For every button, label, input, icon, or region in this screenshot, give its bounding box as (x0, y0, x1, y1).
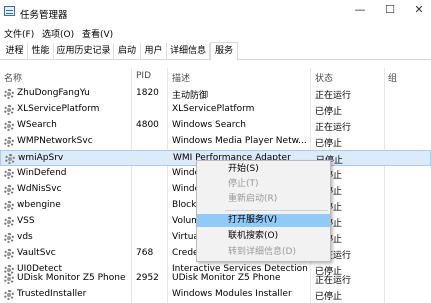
service-name: WinDefend (17, 168, 67, 178)
window-title: 任务管理器 (20, 10, 68, 21)
service-pid: 768 (136, 248, 154, 258)
tab-services[interactable]: 服务 (210, 42, 238, 61)
service-description: Windows Modules Installer (172, 289, 292, 299)
menu-item-search-online[interactable]: 联机搜索(O) (197, 230, 330, 243)
menu-item-open-services[interactable]: 打开服务(V) (197, 214, 330, 227)
table-row[interactable]: WMPNetworkSvc Windows Media Player Netw.… (0, 134, 431, 150)
tab-app-history[interactable]: 应用历史记录 (54, 43, 114, 60)
menu-item-go-to-details[interactable]: 转到详细信息(D) (197, 246, 330, 259)
service-gear-icon (4, 185, 14, 195)
table-row[interactable]: TrustedInstaller Windows Modules Install… (0, 287, 431, 303)
service-description: Windows Media Player Netw... (172, 136, 307, 146)
table-row[interactable]: UDisk Monitor Z5 Phone 2952 UDisk Monito… (0, 271, 431, 287)
service-gear-icon (4, 89, 14, 99)
service-name: TrustedInstaller (17, 289, 87, 299)
service-gear-icon (4, 233, 14, 243)
tab-startup[interactable]: 启动 (114, 43, 141, 60)
column-status[interactable]: 状态 (315, 71, 333, 84)
column-description[interactable]: 描述 (172, 71, 190, 84)
tab-details[interactable]: 详细信息 (167, 43, 210, 60)
service-gear-icon (4, 169, 14, 179)
service-gear-icon (4, 137, 14, 147)
service-gear-icon (4, 105, 14, 115)
service-name: wmiApSrv (18, 153, 64, 163)
service-gear-icon (4, 217, 14, 227)
service-pid: 2952 (136, 273, 159, 283)
tab-users[interactable]: 用户 (141, 43, 167, 60)
service-pid: 4800 (136, 120, 159, 130)
context-menu: 开始(S) 停止(T) 重新启动(R) 打开服务(V) 联机搜索(O) 转到详细… (196, 160, 331, 262)
service-gear-icon (4, 274, 14, 284)
tab-processes[interactable]: 进程 (2, 43, 28, 60)
table-row[interactable]: XLServicePlatform XLServicePlatform 已停止 (0, 102, 431, 118)
maximize-button[interactable]: ☐ (382, 2, 398, 18)
column-pid[interactable]: PID (136, 71, 151, 81)
service-description: Windows Search (172, 120, 246, 130)
service-gear-icon (4, 201, 14, 211)
service-pid: 1820 (136, 88, 159, 98)
service-description: XLServicePlatform (172, 104, 255, 114)
menu-separator (225, 210, 328, 211)
service-name: WMPNetworkSvc (17, 136, 93, 146)
service-gear-icon (5, 154, 15, 164)
table-row[interactable]: WSearch 4800 Windows Search 正在运行 (0, 118, 431, 134)
service-status: 已停止 (315, 139, 343, 149)
service-status: 已停止 (315, 292, 343, 302)
menu-item-start[interactable]: 开始(S) (197, 163, 330, 176)
service-status: 已停止 (315, 107, 343, 117)
service-description: UDisk Monitor Z5 Phone (172, 273, 281, 283)
service-name: wbengine (17, 200, 61, 210)
minimize-button[interactable]: — (352, 2, 368, 18)
column-name[interactable]: 名称 (4, 71, 22, 84)
service-name: vds (17, 232, 33, 242)
service-status: 正在运行 (315, 123, 352, 133)
service-gear-icon (4, 290, 14, 300)
tab-performance[interactable]: 性能 (28, 43, 54, 60)
task-manager-icon (4, 6, 15, 16)
menu-file[interactable]: 文件(F) (4, 27, 34, 40)
tab-bar: 进程 性能 应用历史记录 启动 用户 详细信息 服务 (0, 42, 431, 61)
table-row[interactable]: ZhuDongFangYu 1820 主动防御 正在运行 (0, 86, 431, 102)
menu-view[interactable]: 查看(V) (82, 27, 113, 40)
menu-bar: 文件(F) 选项(O) 查看(V) (0, 24, 431, 41)
service-name: WdNisSvc (17, 184, 62, 194)
service-name: ZhuDongFangYu (17, 88, 90, 98)
service-gear-icon (4, 121, 14, 131)
service-status: 正在运行 (315, 276, 352, 286)
service-name: UDisk Monitor Z5 Phone (17, 273, 126, 283)
column-header: 名称 PID 描述 状态 组 (0, 68, 431, 86)
service-gear-icon (4, 249, 14, 259)
service-name: WSearch (17, 120, 57, 130)
title-bar: 任务管理器 — ☐ ✕ (0, 0, 431, 24)
service-status: 正在运行 (315, 91, 352, 101)
close-button[interactable]: ✕ (411, 2, 427, 18)
menu-options[interactable]: 选项(O) (42, 27, 74, 40)
column-group[interactable]: 组 (388, 71, 397, 84)
menu-item-stop[interactable]: 停止(T) (197, 178, 330, 191)
service-name: XLServicePlatform (17, 104, 100, 114)
menu-item-restart[interactable]: 重新启动(R) (197, 193, 330, 206)
service-description: 主动防御 (172, 91, 209, 101)
service-name: VaultSvc (17, 248, 56, 258)
service-name: VSS (17, 216, 35, 226)
